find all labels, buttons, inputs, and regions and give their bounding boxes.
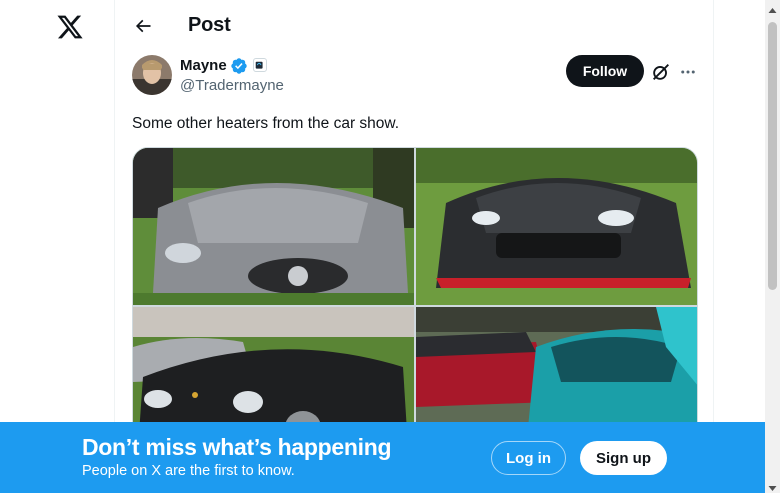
- affiliate-badge-icon: [253, 58, 267, 72]
- more-options-icon[interactable]: [677, 61, 699, 83]
- main-column: Post Mayne @Tradermayne Follow Some othe…: [114, 0, 714, 493]
- left-nav-rail: [0, 0, 114, 493]
- banner-subtitle: People on X are the first to know.: [82, 463, 295, 479]
- silver-mercedes-sls-photo[interactable]: [133, 148, 414, 305]
- post-header: Post: [115, 0, 714, 52]
- follow-button[interactable]: Follow: [566, 55, 644, 87]
- author-avatar[interactable]: [132, 55, 172, 95]
- signup-banner: Don’t miss what’s happening People on X …: [0, 422, 765, 493]
- arrow-left-icon: [135, 19, 151, 33]
- author-handle[interactable]: @Tradermayne: [180, 77, 284, 94]
- banner-title: Don’t miss what’s happening: [82, 434, 392, 460]
- tweet-text: Some other heaters from the car show.: [132, 115, 400, 132]
- scroll-thumb[interactable]: [768, 22, 777, 290]
- author-name[interactable]: Mayne: [180, 57, 227, 74]
- scroll-down-arrow-icon[interactable]: [768, 480, 777, 491]
- verified-badge-icon: [230, 57, 248, 75]
- x-logo-icon[interactable]: [56, 13, 84, 41]
- black-nissan-gtr-photo[interactable]: [416, 148, 697, 305]
- page-title: Post: [188, 14, 231, 36]
- grok-icon[interactable]: [650, 61, 672, 83]
- scroll-up-arrow-icon[interactable]: [768, 2, 777, 13]
- login-button[interactable]: Log in: [491, 441, 566, 475]
- scrollbar[interactable]: [765, 0, 780, 493]
- signup-button[interactable]: Sign up: [580, 441, 667, 475]
- media-grid: [132, 147, 698, 447]
- back-button[interactable]: [127, 10, 159, 42]
